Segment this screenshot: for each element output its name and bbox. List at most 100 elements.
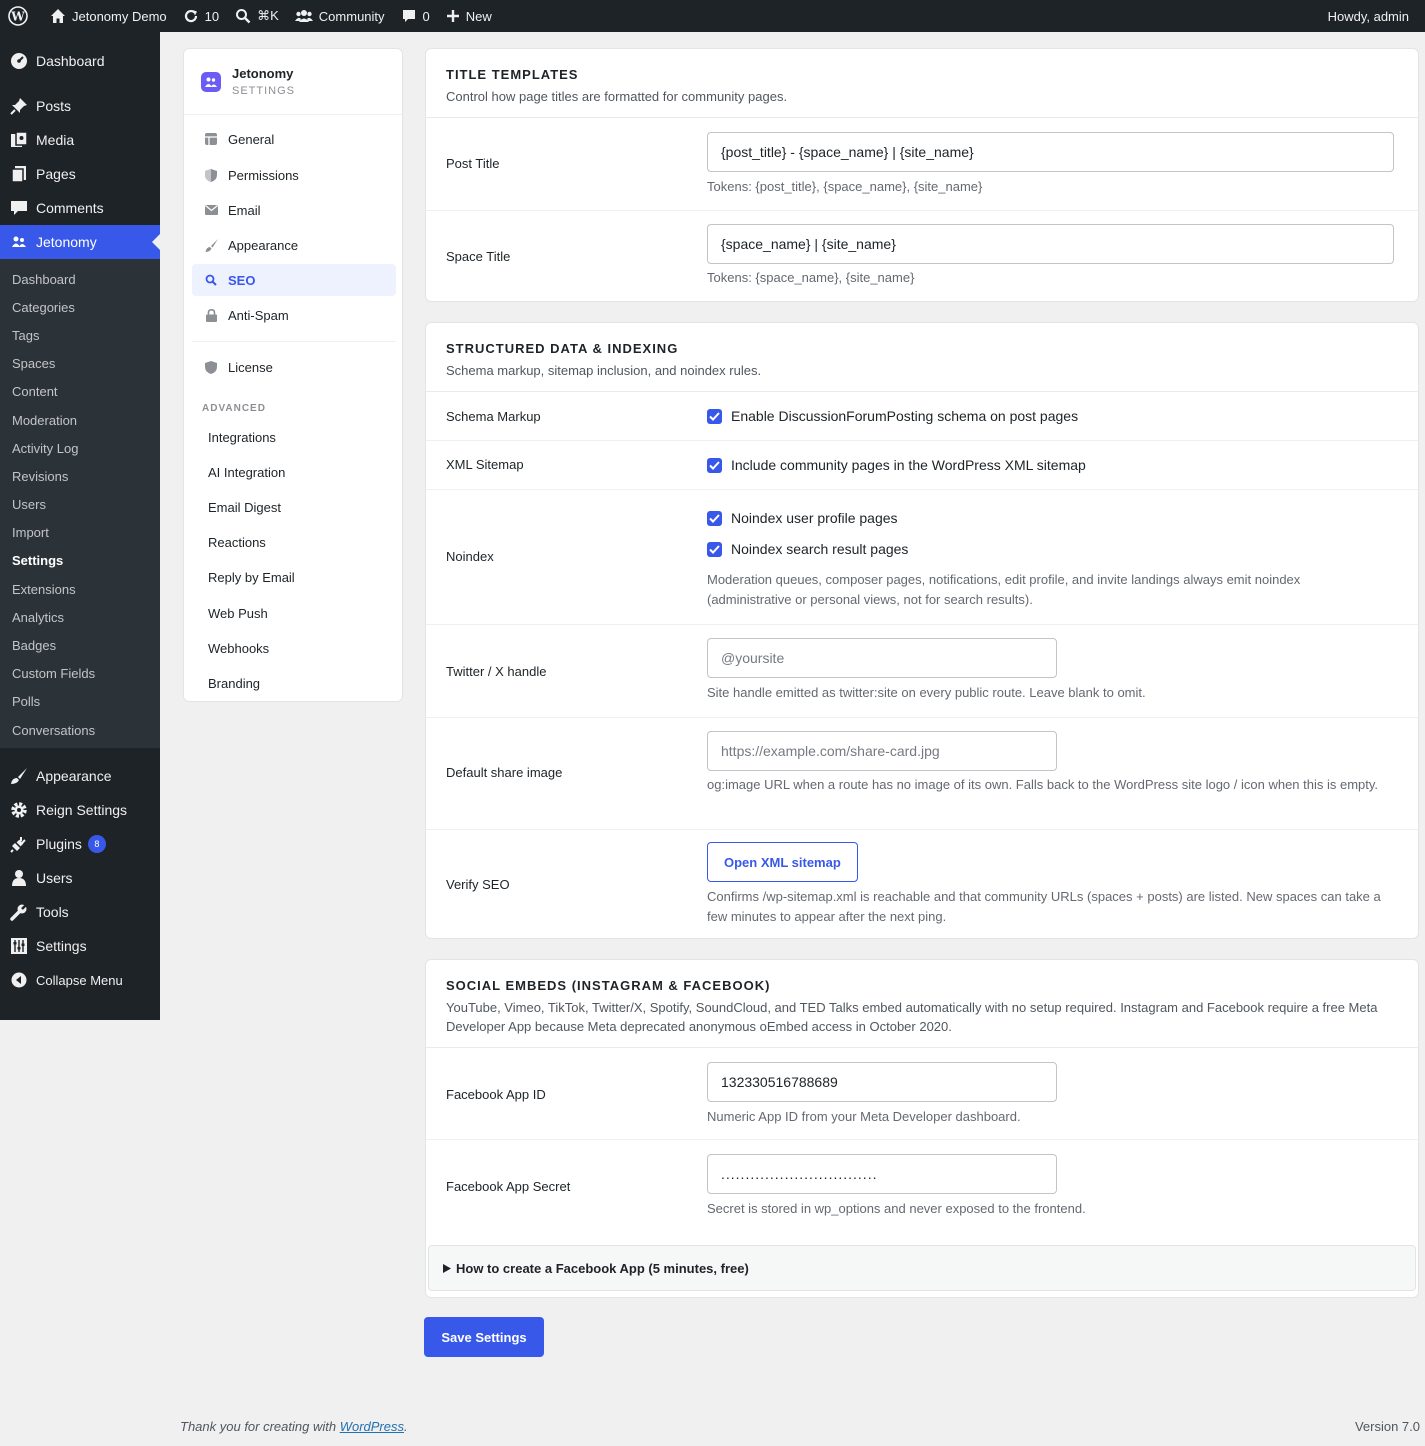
paintbrush-icon: [204, 238, 218, 252]
comments-link[interactable]: 0: [393, 0, 438, 32]
menu-comments[interactable]: Comments: [0, 191, 160, 225]
twitter-handle-input[interactable]: [707, 638, 1057, 678]
plugins-update-badge: 8: [87, 835, 106, 854]
menu-settings[interactable]: Settings: [0, 929, 160, 963]
social-embeds-card: SOCIAL EMBEDS (INSTAGRAM & FACEBOOK) You…: [425, 959, 1419, 1298]
open-xml-sitemap-button[interactable]: Open XML sitemap: [707, 842, 858, 882]
settings-nav-webhooks[interactable]: Webhooks: [192, 632, 396, 664]
grid-icon: [204, 132, 218, 146]
wordpress-link[interactable]: WordPress: [340, 1419, 404, 1434]
twitter-handle-label: Twitter / X handle: [446, 664, 547, 679]
footer-version: Version 7.0: [1354, 1419, 1420, 1434]
submenu-badges[interactable]: Badges: [0, 631, 160, 659]
settings-nav-divider: [192, 341, 396, 342]
site-name-link[interactable]: Jetonomy Demo: [42, 0, 175, 32]
settings-nav-reactions[interactable]: Reactions: [192, 526, 396, 558]
wordpress-logo-icon[interactable]: W: [0, 0, 42, 32]
menu-tools[interactable]: Tools: [0, 895, 160, 929]
submenu-activity-log[interactable]: Activity Log: [0, 434, 160, 462]
menu-dashboard[interactable]: Dashboard: [0, 44, 160, 78]
settings-nav-license[interactable]: License: [192, 351, 396, 383]
submenu-moderation[interactable]: Moderation: [0, 406, 160, 434]
settings-nav-seo[interactable]: SEO: [192, 264, 396, 296]
submenu-content[interactable]: Content: [0, 378, 160, 406]
checkmark-icon: [707, 457, 722, 473]
collapse-menu-button[interactable]: Collapse Menu: [0, 963, 160, 997]
settings-nav-email-digest[interactable]: Email Digest: [192, 491, 396, 523]
menu-plugins-label: Plugins: [36, 836, 82, 853]
submenu-conversations[interactable]: Conversations: [0, 716, 160, 744]
menu-tools-label: Tools: [36, 904, 69, 921]
settings-nav-anti-spam[interactable]: Anti-Spam: [192, 299, 396, 331]
community-label: Community: [318, 8, 385, 24]
gear-icon: [10, 801, 28, 819]
settings-nav-appearance[interactable]: Appearance: [192, 229, 396, 261]
settings-nav-web-push[interactable]: Web Push: [192, 597, 396, 629]
menu-reign-settings[interactable]: Reign Settings: [0, 793, 160, 827]
footer-thanks-suffix: .: [404, 1419, 408, 1434]
schema-checkbox-label: Enable DiscussionForumPosting schema on …: [731, 408, 1079, 424]
twitter-handle-help: Site handle emitted as twitter:site on e…: [707, 685, 1146, 700]
facebook-app-secret-input[interactable]: [707, 1154, 1057, 1194]
menu-posts[interactable]: Posts: [0, 89, 160, 123]
settings-sliders-icon: [10, 937, 28, 955]
submenu-spaces[interactable]: Spaces: [0, 350, 160, 378]
settings-nav-ai-integration[interactable]: AI Integration: [192, 456, 396, 488]
settings-nav-branding[interactable]: Branding: [192, 667, 396, 699]
facebook-app-id-help: Numeric App ID from your Meta Developer …: [707, 1109, 1021, 1124]
facebook-app-howto-toggle[interactable]: How to create a Facebook App (5 minutes,…: [428, 1245, 1416, 1291]
advanced-section-label: ADVANCED: [202, 403, 266, 414]
menu-plugins[interactable]: Plugins 8: [0, 827, 160, 861]
space-title-input[interactable]: [707, 224, 1394, 264]
save-settings-button[interactable]: Save Settings: [424, 1317, 544, 1357]
menu-appearance[interactable]: Appearance: [0, 759, 160, 793]
noindex-profiles-checkbox[interactable]: Noindex user profile pages: [707, 510, 898, 526]
share-image-help: og:image URL when a route has no image o…: [707, 777, 1379, 792]
share-image-row: Default share image og:image URL when a …: [426, 718, 1418, 830]
share-image-input[interactable]: [707, 731, 1057, 771]
submenu-extensions[interactable]: Extensions: [0, 575, 160, 603]
dashboard-gauge-icon: [10, 52, 28, 70]
submenu-polls[interactable]: Polls: [0, 688, 160, 716]
submenu-tags[interactable]: Tags: [0, 321, 160, 349]
space-title-label: Space Title: [446, 249, 511, 264]
sitemap-checkbox[interactable]: Include community pages in the WordPress…: [707, 457, 1086, 473]
settings-nav-email[interactable]: Email: [192, 194, 396, 226]
submenu-import[interactable]: Import: [0, 519, 160, 547]
wrench-icon: [10, 903, 28, 921]
new-content-link[interactable]: New: [438, 0, 500, 32]
settings-nav-integrations[interactable]: Integrations: [192, 421, 396, 453]
card-description: Schema markup, sitemap inclusion, and no…: [446, 363, 762, 378]
settings-nav-permissions[interactable]: Permissions: [192, 159, 396, 191]
facebook-app-id-input[interactable]: [707, 1062, 1057, 1102]
account-menu[interactable]: Howdy, admin: [1320, 0, 1425, 32]
plug-icon: [10, 835, 28, 853]
settings-nav-email-label: Email: [228, 202, 261, 218]
menu-pages[interactable]: Pages: [0, 157, 160, 191]
checkmark-icon: [707, 408, 722, 424]
submenu-custom-fields[interactable]: Custom Fields: [0, 660, 160, 688]
noindex-search-checkbox[interactable]: Noindex search result pages: [707, 541, 908, 557]
submenu-analytics[interactable]: Analytics: [0, 603, 160, 631]
post-title-input[interactable]: [707, 132, 1394, 172]
updates-link[interactable]: 10: [175, 0, 227, 32]
menu-users[interactable]: Users: [0, 861, 160, 895]
submenu-users[interactable]: Users: [0, 491, 160, 519]
settings-nav-header: Jetonomy SETTINGS: [184, 49, 402, 115]
schema-checkbox[interactable]: Enable DiscussionForumPosting schema on …: [707, 408, 1078, 424]
command-search[interactable]: ⌘K: [227, 0, 287, 32]
card-description: Control how page titles are formatted fo…: [446, 89, 788, 104]
community-link[interactable]: Community: [287, 0, 393, 32]
submenu-revisions[interactable]: Revisions: [0, 462, 160, 490]
settings-nav-reply-by-email[interactable]: Reply by Email: [192, 561, 396, 593]
menu-jetonomy-label: Jetonomy: [36, 234, 97, 250]
menu-jetonomy[interactable]: Jetonomy: [0, 225, 160, 259]
submenu-settings[interactable]: Settings: [0, 547, 160, 575]
settings-nav-general[interactable]: General: [192, 123, 396, 155]
howto-label: How to create a Facebook App (5 minutes,…: [456, 1260, 749, 1276]
footer-thanks-text: Thank you for creating with: [180, 1419, 340, 1434]
menu-media[interactable]: Media: [0, 123, 160, 157]
submenu-categories[interactable]: Categories: [0, 293, 160, 321]
verify-seo-help: Confirms /wp-sitemap.xml is reachable an…: [707, 889, 1381, 924]
submenu-dashboard[interactable]: Dashboard: [0, 265, 160, 293]
